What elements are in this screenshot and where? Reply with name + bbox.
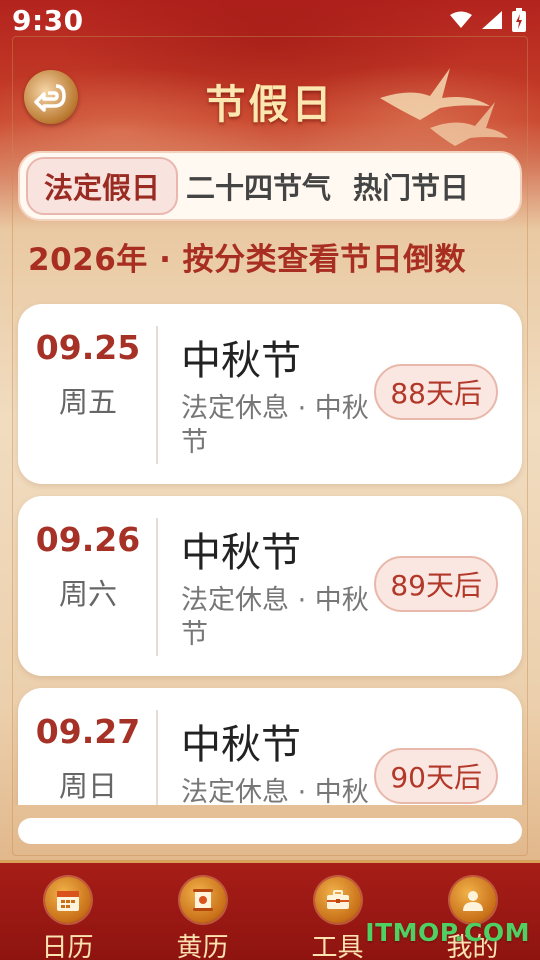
holiday-date: 09.26	[35, 520, 141, 559]
status-time: 9:30	[12, 4, 84, 37]
crane-decoration	[380, 68, 508, 146]
nav-item-almanac[interactable]: 黄历	[135, 863, 270, 960]
holiday-date: 09.25	[35, 328, 141, 367]
holiday-description: 法定休息 · 中秋节	[181, 585, 369, 650]
countdown-badge: 88天后	[374, 364, 498, 420]
holiday-weekday: 周日	[58, 769, 117, 803]
holiday-card-partial[interactable]	[18, 818, 522, 844]
nav-item-calendar[interactable]: 日历	[0, 863, 135, 960]
holiday-description: 法定休息 · 中秋	[181, 777, 369, 805]
holiday-weekday: 周六	[58, 577, 117, 611]
tab-statutory-holidays[interactable]: 法定假日	[26, 157, 179, 215]
holiday-list[interactable]: 09.25 周五 中秋节 法定休息 · 中秋节 88天后 09.26 周六 中秋…	[0, 300, 540, 805]
status-icons	[450, 8, 526, 32]
signal-icon	[482, 11, 502, 29]
countdown-badge: 89天后	[374, 556, 498, 612]
calendar-icon	[44, 877, 91, 923]
countdown-badge: 90天后	[374, 748, 498, 804]
holiday-name: 中秋节	[181, 530, 301, 576]
battery-icon	[512, 8, 526, 32]
scroll-icon	[179, 877, 226, 923]
user-icon	[449, 877, 496, 923]
category-tabs: 法定假日 二十四节气 热门节日	[18, 151, 522, 221]
wifi-icon	[450, 11, 472, 28]
tab-popular-festivals[interactable]: 热门节日	[353, 165, 469, 207]
card-divider	[156, 518, 158, 656]
holiday-name: 中秋节	[181, 722, 301, 768]
date-column: 09.26 周六	[18, 520, 158, 613]
nav-label: 日历	[41, 933, 94, 960]
holiday-weekday: 周五	[58, 385, 117, 419]
watermark: ITMOP.COM	[365, 918, 530, 947]
card-divider	[156, 710, 158, 805]
holiday-card[interactable]: 09.27 周日 中秋节 法定休息 · 中秋 90天后	[18, 688, 522, 805]
card-divider	[156, 326, 158, 464]
holiday-date: 09.27	[35, 712, 141, 751]
tab-solar-terms[interactable]: 二十四节气	[186, 165, 331, 207]
holiday-description: 法定休息 · 中秋节	[181, 393, 369, 458]
date-column: 09.25 周五	[18, 328, 158, 421]
nav-label: 黄历	[176, 933, 229, 960]
toolbox-icon	[314, 877, 361, 923]
holiday-name: 中秋节	[181, 338, 301, 384]
holiday-card[interactable]: 09.26 周六 中秋节 法定休息 · 中秋节 89天后	[18, 496, 522, 676]
date-column: 09.27 周日	[18, 712, 158, 805]
status-bar: 9:30	[0, 0, 540, 44]
holiday-card[interactable]: 09.25 周五 中秋节 法定休息 · 中秋节 88天后	[18, 304, 522, 484]
section-subtitle: 2026年 · 按分类查看节日倒数	[28, 242, 467, 278]
